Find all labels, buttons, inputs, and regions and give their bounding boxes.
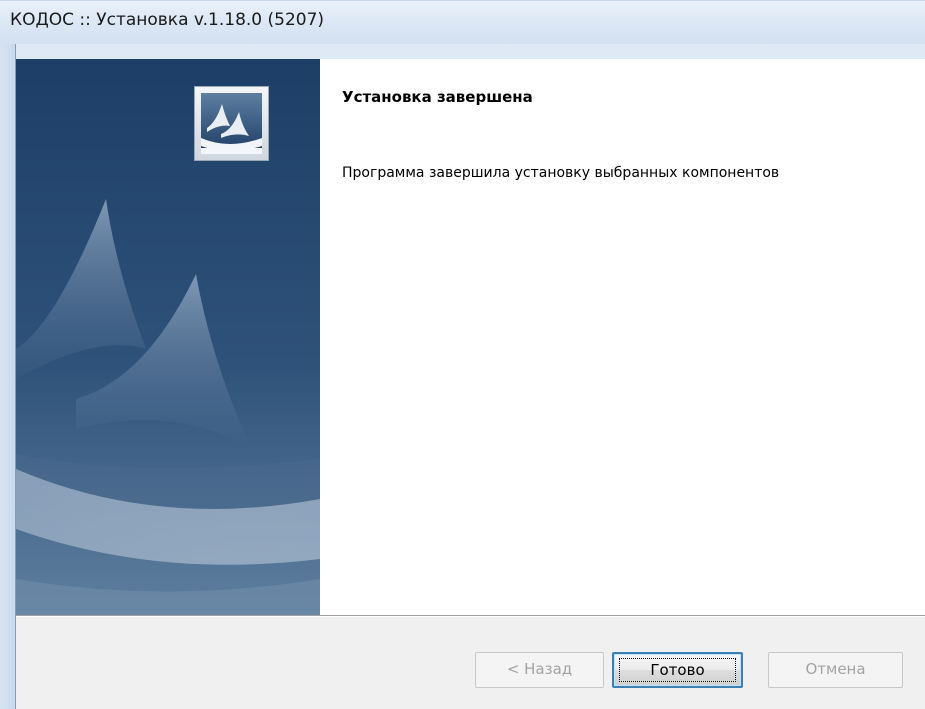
button-bar: < Назад Готово Отмена xyxy=(16,617,925,709)
banner-artwork xyxy=(16,59,320,615)
page-heading: Установка завершена xyxy=(342,88,533,106)
completion-message: Программа завершила установку выбранных … xyxy=(342,165,780,181)
setup-logo-icon xyxy=(194,86,269,161)
cancel-button[interactable]: Отмена xyxy=(768,652,903,688)
wizard-banner-image xyxy=(16,59,320,615)
back-button[interactable]: < Назад xyxy=(475,652,604,688)
window-frame-left-edge xyxy=(0,44,16,709)
wizard-content-panel: Установка завершена Программа завершила … xyxy=(320,59,925,615)
finish-button[interactable]: Готово xyxy=(612,652,743,688)
back-button-label: < Назад xyxy=(506,660,573,678)
window-title: КОДОС :: Установка v.1.18.0 (5207) xyxy=(10,10,325,30)
cancel-button-label: Отмена xyxy=(805,660,866,678)
finish-button-label: Готово xyxy=(650,661,705,679)
title-bar[interactable]: КОДОС :: Установка v.1.18.0 (5207) xyxy=(0,0,925,44)
installer-window: КОДОС :: Установка v.1.18.0 (5207) Устан… xyxy=(0,0,925,709)
